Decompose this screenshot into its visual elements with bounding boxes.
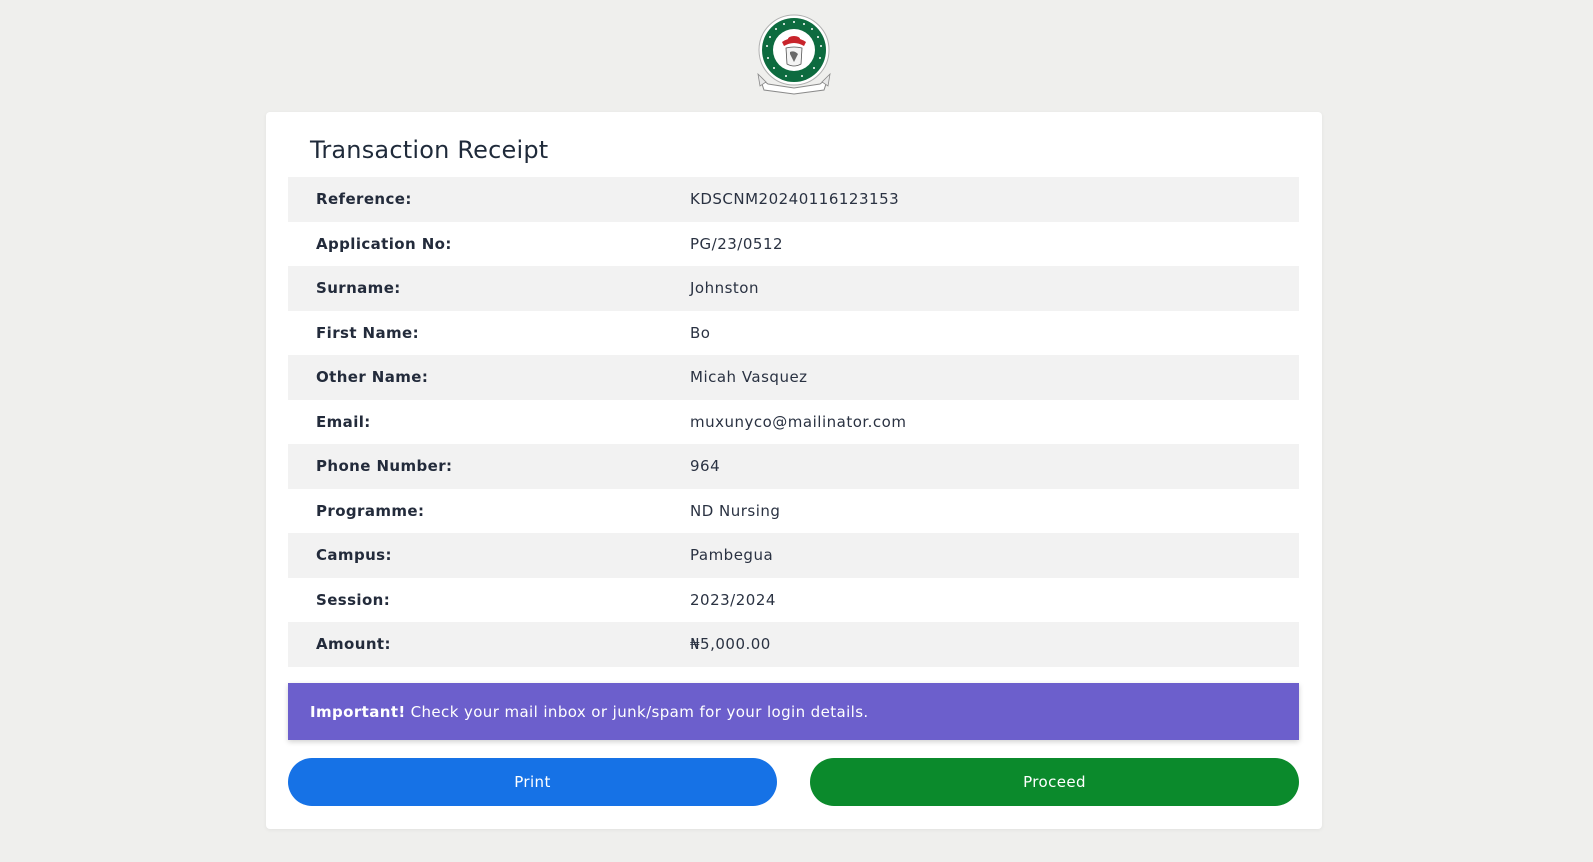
table-row: Programme: ND Nursing (288, 489, 1299, 534)
row-label: Email: (316, 412, 371, 431)
row-value: 2023/2024 (690, 590, 776, 609)
row-label: Amount: (316, 635, 391, 654)
alert-text: Check your mail inbox or junk/spam for y… (410, 702, 869, 721)
table-row: Reference: KDSCNM20240116123153 (288, 177, 1299, 222)
row-value: 964 (690, 457, 721, 476)
row-label: Application No: (316, 234, 452, 253)
college-logo (754, 12, 834, 96)
row-value: Bo (690, 323, 711, 342)
table-row: First Name: Bo (288, 311, 1299, 356)
row-value: PG/23/0512 (690, 234, 784, 253)
alert-strong: Important! (310, 702, 406, 721)
row-value: KDSCNM20240116123153 (690, 190, 900, 209)
receipt-table: Reference: KDSCNM20240116123153 Applicat… (288, 177, 1299, 667)
row-label: First Name: (316, 323, 419, 342)
receipt-card: Transaction Receipt Reference: KDSCNM202… (266, 112, 1322, 829)
row-label: Reference: (316, 190, 412, 209)
table-row: Surname: Johnston (288, 266, 1299, 311)
table-row: Amount: ₦5,000.00 (288, 622, 1299, 667)
table-row: Campus: Pambegua (288, 533, 1299, 578)
row-label: Session: (316, 590, 391, 609)
page-title: Transaction Receipt (310, 136, 549, 164)
row-value: muxunyco@mailinator.com (690, 412, 907, 431)
table-row: Email: muxunyco@mailinator.com (288, 400, 1299, 445)
row-label: Surname: (316, 279, 401, 298)
print-button[interactable]: Print (288, 758, 777, 806)
row-label: Phone Number: (316, 457, 453, 476)
row-value: Johnston (690, 279, 759, 298)
table-row: Phone Number: 964 (288, 444, 1299, 489)
table-row: Session: 2023/2024 (288, 578, 1299, 623)
college-seal-logo-icon (757, 14, 831, 95)
row-label: Campus: (316, 546, 392, 565)
row-label: Other Name: (316, 368, 429, 387)
proceed-button[interactable]: Proceed (810, 758, 1299, 806)
row-value: Micah Vasquez (690, 368, 808, 387)
table-row: Other Name: Micah Vasquez (288, 355, 1299, 400)
row-value: ₦5,000.00 (690, 635, 771, 654)
table-row: Application No: PG/23/0512 (288, 222, 1299, 267)
row-value: Pambegua (690, 546, 774, 565)
important-alert: Important! Check your mail inbox or junk… (288, 683, 1299, 740)
row-value: ND Nursing (690, 501, 781, 520)
row-label: Programme: (316, 501, 425, 520)
